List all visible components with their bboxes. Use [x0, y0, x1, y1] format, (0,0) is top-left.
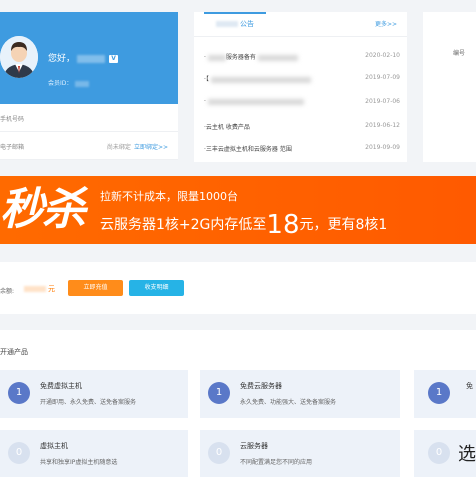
tab-blurred	[216, 21, 238, 27]
news-prefix: ·【	[204, 76, 209, 83]
product-card[interactable]: 1 免费虚拟主机 开通即用、永久免费、送免备案服务	[0, 370, 188, 418]
product-name: 免费虚拟主机	[40, 382, 82, 390]
product-desc: 开通即用、永久免费、送免备案服务	[40, 399, 137, 406]
banner-price: 18	[266, 210, 300, 240]
email-status: 尚未绑定 立即绑定>>	[107, 142, 168, 151]
user-card: 您好， V 会员ID：	[0, 12, 178, 104]
product-count: 1	[8, 382, 30, 404]
news-title-blurred	[207, 54, 226, 61]
news-date: 2020-02-10	[365, 52, 400, 59]
divider	[194, 36, 407, 37]
news-title: 三丰云虚拟主机和云服务器 范围	[205, 146, 292, 153]
product-name: 免	[466, 382, 473, 390]
promo-banner[interactable]: 秒杀 拉新不计成本，限量1000台 云服务器1核+2G内存低至18元，更有8核1	[0, 176, 476, 244]
product-name: 选	[458, 444, 476, 465]
phone-label: 手机号码	[0, 116, 25, 123]
member-id: 会员ID：	[48, 78, 90, 87]
verified-badge: V	[109, 54, 119, 63]
news-item[interactable]: ·三丰云虚拟主机和云服务器 范围 2019-09-09	[204, 142, 400, 154]
product-count: 0	[8, 442, 30, 464]
greeting: 您好， V	[48, 51, 119, 64]
greeting-text: 您好，	[48, 54, 76, 64]
member-id-blurred	[75, 80, 90, 87]
banner-headline: 秒杀	[0, 184, 86, 235]
products-heading: 开通产品	[0, 348, 28, 356]
news-prefix: ·	[204, 98, 206, 105]
news-item[interactable]: · 服务器备有 2020-02-10	[204, 50, 400, 62]
product-name: 云服务器	[240, 442, 268, 450]
product-count: 0	[428, 442, 450, 464]
news-title-blurred	[210, 76, 311, 83]
phone-row: 手机号码	[0, 104, 178, 132]
product-count: 1	[428, 382, 450, 404]
balance-label: 余额:	[0, 288, 15, 295]
banner-offer-prefix: 云服务器1核+2G内存低至	[100, 217, 267, 233]
right-panel: 编号	[423, 12, 476, 162]
product-card[interactable]: 1 免	[414, 370, 476, 418]
bind-email-link[interactable]: 立即绑定>>	[134, 144, 168, 151]
recharge-button[interactable]: 立即充值	[68, 280, 123, 296]
news-item[interactable]: ·【 2019-07-09	[204, 72, 400, 84]
product-card[interactable]: 0 选	[414, 430, 476, 477]
news-title-blurred	[207, 98, 304, 105]
product-desc: 共享和独享IP虚拟主机随意选	[40, 459, 118, 466]
banner-offer: 云服务器1核+2G内存低至18元，更有8核1	[100, 210, 387, 240]
product-card[interactable]: 0 虚拟主机 共享和独享IP虚拟主机随意选	[0, 430, 188, 477]
news-date: 2019-07-06	[365, 98, 400, 105]
news-item[interactable]: · 2019-07-06	[204, 96, 400, 108]
member-id-label: 会员ID：	[48, 80, 73, 87]
balance-blurred	[24, 286, 46, 292]
avatar[interactable]	[0, 36, 38, 78]
news-date: 2019-07-09	[365, 74, 400, 81]
right-panel-number-label: 编号	[453, 50, 466, 57]
email-label: 电子邮箱	[0, 144, 25, 151]
banner-offer-suffix: 元，更有8核1	[299, 217, 388, 233]
news-date: 2019-09-09	[365, 144, 400, 151]
news-date: 2019-06-12	[365, 122, 400, 129]
news-title: 服务器备有	[225, 54, 256, 61]
email-row: 电子邮箱 尚未绑定 立即绑定>>	[0, 132, 178, 160]
username-blurred	[77, 54, 106, 63]
product-name: 虚拟主机	[40, 442, 68, 450]
balance-amount: 元	[24, 284, 55, 294]
news-prefix: ·	[204, 54, 206, 61]
product-card[interactable]: 0 云服务器 不同配置满足您不同的应用	[200, 430, 400, 477]
product-desc: 永久免费、功能强大、送免备案服务	[240, 399, 337, 406]
news-title: 云主机 收费产品	[205, 124, 250, 131]
news-title-blurred	[257, 54, 298, 61]
balance-unit: 元	[48, 285, 55, 293]
products-section: 开通产品 1 免费虚拟主机 开通即用、永久免费、送免备案服务 1 免费云服务器 …	[0, 330, 476, 477]
tab-announcement-label: 公告	[240, 20, 254, 28]
balance-section: 余额: 元 立即充值 收支明细	[0, 262, 476, 314]
product-desc: 不同配置满足您不同的应用	[240, 459, 313, 466]
transaction-details-button[interactable]: 收支明细	[129, 280, 184, 296]
product-name: 免费云服务器	[240, 382, 282, 390]
product-card[interactable]: 1 免费云服务器 永久免费、功能强大、送免备案服务	[200, 370, 400, 418]
product-count: 1	[208, 382, 230, 404]
announcement-panel: 公告 更多>> · 服务器备有 2020-02-10 ·【 2019-07-09 …	[194, 12, 407, 162]
user-avatar-icon	[0, 36, 38, 78]
product-count: 0	[208, 442, 230, 464]
email-status-text: 尚未绑定	[106, 144, 131, 151]
account-info: 手机号码 电子邮箱 尚未绑定 立即绑定>>	[0, 104, 178, 160]
more-announcements-link[interactable]: 更多>>	[375, 19, 397, 28]
news-item[interactable]: ·云主机 收费产品 2019-06-12	[204, 120, 400, 132]
banner-subtitle: 拉新不计成本，限量1000台	[100, 190, 238, 203]
tab-announcement[interactable]: 公告	[204, 12, 266, 34]
